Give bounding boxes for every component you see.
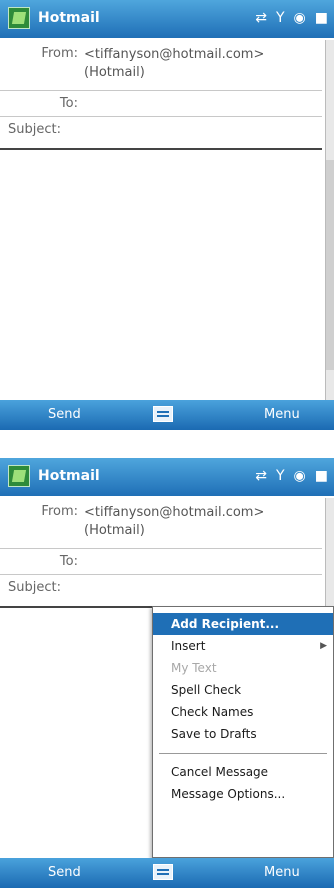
connectivity-icon[interactable]: ⇄ [255,466,267,486]
menu-item-cancel-message[interactable]: Cancel Message [153,761,333,783]
from-label: From: [41,46,78,61]
scrollbar-thumb[interactable] [326,160,334,370]
divider [0,548,322,549]
keyboard-icon[interactable] [153,864,173,880]
menu-item-label: Insert [171,639,206,653]
menu-separator [159,753,327,754]
window-title: Hotmail [38,468,100,484]
keyboard-icon[interactable] [153,406,173,422]
menu-item-save-to-drafts[interactable]: Save to Drafts [153,723,333,745]
subject-field[interactable] [84,122,322,140]
from-field[interactable]: <tiffanyson@hotmail.com> (Hotmail) [84,46,322,82]
menu-button[interactable]: Menu [264,407,300,422]
menu-item-message-options[interactable]: Message Options... [153,783,333,805]
menu-item-check-names[interactable]: Check Names [153,701,333,723]
subject-label: Subject: [8,580,61,595]
windows-logo-icon[interactable] [8,7,30,29]
status-icons: ⇄ Y ◉ ■ [255,466,328,486]
to-field[interactable] [84,96,322,114]
menu-item-add-recipient[interactable]: Add Recipient... [153,613,333,635]
title-bar: Hotmail ⇄ Y ◉ ■ [0,458,334,496]
submenu-arrow-icon: ▶ [320,641,327,651]
connectivity-icon[interactable]: ⇄ [255,8,267,28]
send-button[interactable]: Send [48,407,81,422]
title-bar: Hotmail ⇄ Y ◉ ■ [0,0,334,38]
divider [0,574,322,575]
menu-item-my-text: My Text [171,661,217,675]
signal-icon[interactable]: Y [276,466,285,486]
menu-item-spell-check[interactable]: Spell Check [153,679,333,701]
softkey-bar: Send Menu [0,858,334,888]
divider [0,90,322,91]
from-field[interactable]: <tiffanyson@hotmail.com> (Hotmail) [84,504,322,540]
send-button[interactable]: Send [48,865,81,880]
status-icons: ⇄ Y ◉ ■ [255,8,328,28]
volume-icon[interactable]: ◉ [294,8,306,28]
subject-field[interactable] [84,580,322,598]
to-field[interactable] [84,554,322,572]
menu-button[interactable]: Menu [264,865,300,880]
menu-item-insert[interactable]: Insert ▶ [153,635,333,657]
ok-icon[interactable]: ■ [315,8,328,28]
message-body[interactable] [8,154,320,384]
from-label: From: [41,504,78,519]
to-label: To: [59,554,78,569]
to-label: To: [59,96,78,111]
compose-screen: Hotmail ⇄ Y ◉ ■ From: <tiffanyson@hotmai… [0,0,334,430]
scrollbar[interactable] [325,40,334,400]
divider [0,116,322,117]
compose-screen-menu-open: Hotmail ⇄ Y ◉ ■ From: <tiffanyson@hotmai… [0,458,334,888]
context-menu: Add Recipient... Insert ▶ My Text Spell … [152,606,334,858]
windows-logo-icon[interactable] [8,465,30,487]
ok-icon[interactable]: ■ [315,466,328,486]
softkey-bar: Send Menu [0,400,334,430]
volume-icon[interactable]: ◉ [294,466,306,486]
window-title: Hotmail [38,10,100,26]
signal-icon[interactable]: Y [276,8,285,28]
header-body-divider [0,148,322,150]
subject-label: Subject: [8,122,61,137]
